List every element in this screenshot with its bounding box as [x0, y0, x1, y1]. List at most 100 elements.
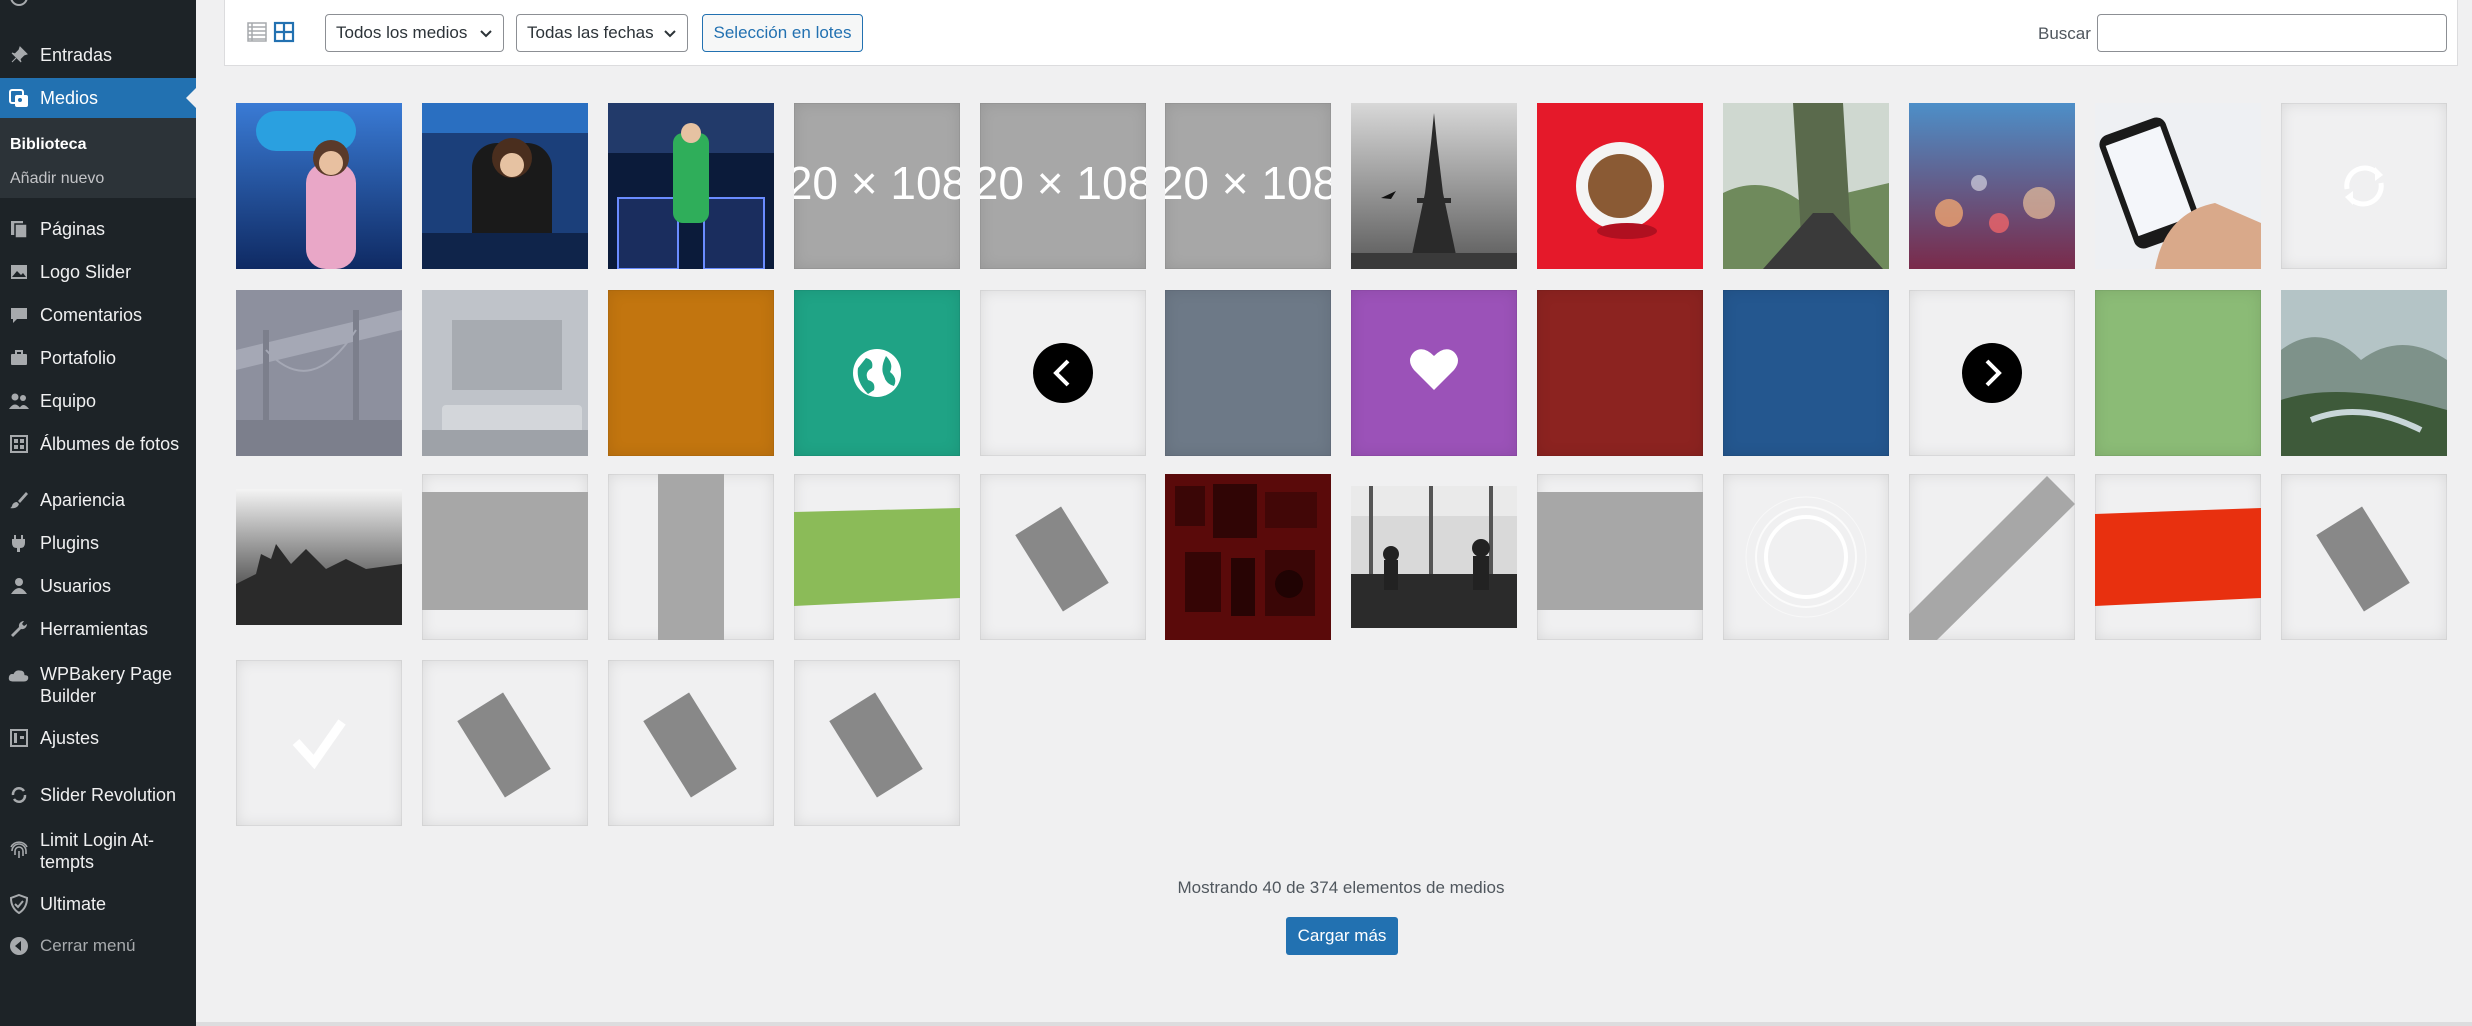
sidebar-item-label: Álbumes de fotos — [40, 434, 180, 454]
media-color-swatch[interactable] — [1537, 290, 1703, 456]
sidebar-item-top-partial[interactable] — [0, 0, 196, 12]
media-color-swatch[interactable] — [1723, 290, 1889, 456]
sidebar-item-label: Logo Slider — [40, 262, 132, 282]
submenu-add-new[interactable]: Añadir nuevo — [10, 170, 104, 188]
gallery-icon — [8, 433, 30, 455]
wrench-icon — [8, 618, 30, 640]
media-toolbar: Todos los medios Todas las fechas Selecc… — [224, 0, 2458, 66]
media-thumbnail[interactable] — [236, 103, 402, 269]
sidebar-item-apariencia[interactable]: Apariencia — [0, 480, 196, 520]
list-view-button[interactable] — [243, 18, 271, 46]
date-filter-select[interactable]: Todas las fechas — [516, 14, 688, 52]
media-thumbnail[interactable] — [1351, 103, 1517, 269]
sidebar-item-usuarios[interactable]: Usuarios — [0, 566, 196, 606]
media-thumbnail[interactable] — [980, 474, 1146, 640]
portfolio-icon — [8, 347, 30, 369]
media-thumbnail[interactable] — [1351, 474, 1517, 640]
media-thumbnail[interactable] — [1537, 474, 1703, 640]
sidebar-item-limit-login[interactable]: Limit Login At-tempts — [0, 825, 196, 877]
media-thumbnail[interactable] — [422, 290, 588, 456]
bulk-select-button[interactable]: Selección en lotes — [702, 14, 863, 52]
load-more-button[interactable]: Cargar más — [1286, 917, 1398, 955]
media-thumbnail[interactable] — [2095, 474, 2261, 640]
sidebar-item-entradas[interactable]: Entradas — [0, 35, 196, 75]
sidebar-item-comentarios[interactable]: Comentarios — [0, 295, 196, 335]
checkmark-icon — [292, 719, 346, 770]
media-thumbnail[interactable] — [422, 103, 588, 269]
media-placeholder[interactable]: 920 × 1080 — [980, 103, 1146, 269]
media-submenu: Biblioteca Añadir nuevo — [0, 118, 196, 198]
sidebar-item-slider-revolution[interactable]: Slider Revolution — [0, 775, 196, 815]
media-thumbnail[interactable] — [980, 290, 1146, 456]
sidebar-item-herramientas[interactable]: Herramientas — [0, 609, 196, 649]
collapse-icon — [8, 935, 30, 957]
user-icon — [8, 575, 30, 597]
chevron-down-icon — [479, 25, 493, 45]
sidebar-item-label: WPBakery Page Builder — [40, 664, 173, 706]
refresh-icon — [2344, 165, 2384, 207]
refresh-icon — [8, 784, 30, 806]
submenu-biblioteca[interactable]: Biblioteca — [10, 136, 86, 154]
media-thumbnail[interactable] — [608, 660, 774, 826]
media-placeholder[interactable]: 920 × 1080 — [794, 103, 960, 269]
media-color-swatch[interactable] — [2095, 290, 2261, 456]
search-input[interactable] — [2097, 14, 2447, 52]
sidebar-item-label: Portafolio — [40, 348, 117, 368]
media-thumbnail[interactable] — [1537, 103, 1703, 269]
sidebar-item-equipo[interactable]: Equipo — [0, 381, 196, 421]
placeholder-dimensions: 920 × 1080 — [794, 157, 960, 209]
media-thumbnail[interactable] — [608, 103, 774, 269]
media-thumbnail[interactable] — [794, 474, 960, 640]
sidebar-item-label: Slider Revolution — [40, 785, 177, 805]
media-type-value: Todos los medios — [336, 23, 468, 42]
media-thumbnail[interactable] — [2095, 103, 2261, 269]
collapse-menu-button[interactable]: Cerrar menú — [0, 926, 196, 966]
sidebar-item-ultimate[interactable]: Ultimate — [0, 884, 196, 924]
media-thumbnail[interactable] — [422, 474, 588, 640]
media-color-swatch[interactable] — [608, 290, 774, 456]
plugin-icon — [8, 532, 30, 554]
media-thumbnail[interactable] — [794, 660, 960, 826]
media-thumbnail[interactable] — [1165, 474, 1331, 640]
media-icon — [8, 87, 30, 109]
media-thumbnail[interactable] — [2281, 103, 2447, 269]
media-count-text: Mostrando 40 de 374 elementos de medios — [1177, 878, 1505, 897]
media-thumbnail[interactable] — [1909, 290, 2075, 456]
media-thumbnail[interactable] — [422, 660, 588, 826]
grid-view-button[interactable] — [270, 18, 298, 46]
sidebar-item-albumes[interactable]: Álbumes de fotos — [0, 424, 196, 464]
media-thumbnail[interactable] — [2281, 474, 2447, 640]
media-placeholder[interactable]: 920 × 1080 — [1165, 103, 1331, 269]
placeholder-dimensions: 920 × 1080 — [980, 157, 1146, 209]
media-thumbnail[interactable] — [236, 474, 402, 640]
globe-icon — [853, 349, 901, 397]
media-thumbnail[interactable] — [1351, 290, 1517, 456]
media-thumbnail[interactable] — [236, 290, 402, 456]
collapse-label: Cerrar menú — [40, 936, 136, 955]
sidebar-item-medios[interactable]: Medios — [0, 78, 196, 118]
sidebar-item-ajustes[interactable]: Ajustes — [0, 718, 196, 758]
image-icon — [8, 261, 30, 283]
sidebar-item-plugins[interactable]: Plugins — [0, 523, 196, 563]
media-thumbnail[interactable] — [1909, 103, 2075, 269]
media-color-swatch[interactable] — [1165, 290, 1331, 456]
sidebar-item-label: Apariencia — [40, 490, 126, 510]
sidebar-item-wpbakery[interactable]: WPBakery Page Builder — [0, 659, 196, 711]
chevron-left-icon — [1033, 343, 1093, 403]
sidebar-item-label: Plugins — [40, 533, 100, 553]
media-thumbnail[interactable] — [236, 660, 402, 826]
sidebar-item-label: Páginas — [40, 219, 106, 239]
media-type-select[interactable]: Todos los medios — [325, 14, 504, 52]
media-thumbnail[interactable] — [1723, 474, 1889, 640]
media-thumbnail[interactable] — [1909, 474, 2075, 640]
sidebar-item-logo-slider[interactable]: Logo Slider — [0, 252, 196, 292]
media-thumbnail[interactable] — [794, 290, 960, 456]
settings-icon — [8, 727, 30, 749]
media-thumbnail[interactable] — [2281, 290, 2447, 456]
media-thumbnail[interactable] — [608, 474, 774, 640]
sidebar-item-label: Ultimate — [40, 894, 107, 914]
media-thumbnail[interactable] — [1723, 103, 1889, 269]
sidebar-item-label: Usuarios — [40, 576, 112, 596]
sidebar-item-paginas[interactable]: Páginas — [0, 209, 196, 249]
sidebar-item-portafolio[interactable]: Portafolio — [0, 338, 196, 378]
